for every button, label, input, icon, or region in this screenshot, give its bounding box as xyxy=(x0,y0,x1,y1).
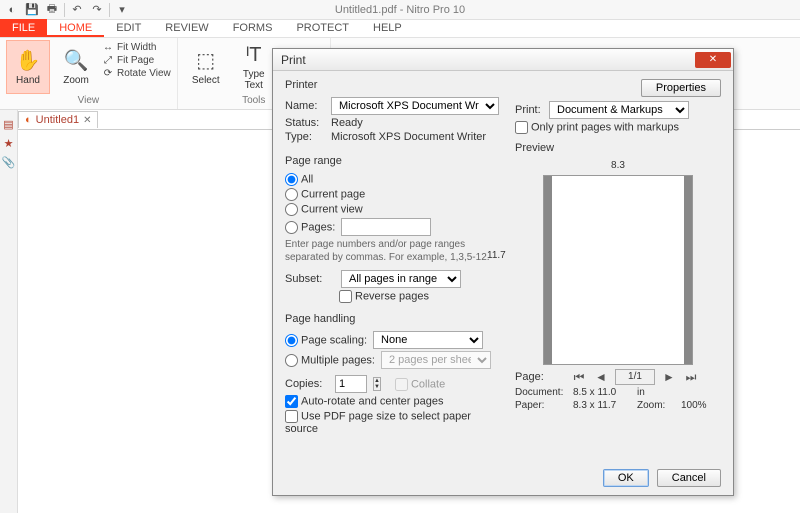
copies-spinner[interactable]: ▲▼ xyxy=(373,377,381,391)
attachments-panel-icon[interactable]: 📎 xyxy=(2,156,16,169)
paper-size-label: Paper: xyxy=(515,400,569,411)
radio-multiple[interactable]: Multiple pages: xyxy=(285,354,375,367)
printer-section-label: Printer xyxy=(285,79,499,91)
app-icon: ◐ xyxy=(4,2,20,18)
tab-forms[interactable]: FORMS xyxy=(221,19,285,37)
doc-tab-label: Untitled1 xyxy=(36,114,79,126)
rotate-icon: ⟳ xyxy=(102,68,114,79)
page-nav-label: Page: xyxy=(515,371,565,383)
printer-select[interactable]: Microsoft XPS Document Writer xyxy=(331,97,499,115)
preview-box xyxy=(543,175,693,365)
properties-button[interactable]: Properties xyxy=(641,79,721,97)
fit-width-icon: ↔ xyxy=(102,42,114,53)
fit-width-label: Fit Width xyxy=(117,42,156,53)
hand-label: Hand xyxy=(16,75,40,86)
zoom-value: 100% xyxy=(681,400,721,411)
pages-input[interactable] xyxy=(341,218,431,236)
radio-pages[interactable]: Pages: xyxy=(285,221,335,234)
select-label: Select xyxy=(192,75,220,86)
cancel-button[interactable]: Cancel xyxy=(657,469,721,487)
type-label: Type: xyxy=(285,131,325,143)
view-group-label: View xyxy=(78,95,100,107)
radio-scaling[interactable]: Page scaling: xyxy=(285,334,367,347)
print-what-label: Print: xyxy=(515,104,543,116)
tab-edit[interactable]: EDIT xyxy=(104,19,153,37)
close-tab-icon[interactable]: ✕ xyxy=(83,115,91,126)
preview-width: 8.3 xyxy=(515,160,721,171)
last-page-icon[interactable]: ⏭ xyxy=(683,370,699,385)
hand-icon: ✋ xyxy=(16,48,41,73)
rotate-view-label: Rotate View xyxy=(117,68,171,79)
status-value: Ready xyxy=(331,117,363,129)
fit-page-button[interactable]: ⤢Fit Page xyxy=(102,55,171,66)
page-indicator[interactable]: 1/1 xyxy=(615,369,655,385)
hand-tool-button[interactable]: ✋ Hand xyxy=(6,40,50,94)
multiple-select: 2 pages per sheet xyxy=(381,351,491,369)
redo-icon[interactable]: ↷ xyxy=(89,2,105,18)
zoom-icon: 🔍 xyxy=(64,48,89,73)
radio-current-view[interactable]: Current view xyxy=(285,203,363,216)
status-label: Status: xyxy=(285,117,325,129)
tab-review[interactable]: REVIEW xyxy=(153,19,220,37)
doc-icon: ◐ xyxy=(25,114,32,126)
copies-input[interactable] xyxy=(335,375,367,393)
rotate-view-button[interactable]: ⟳Rotate View xyxy=(102,68,171,79)
reverse-checkbox[interactable]: Reverse pages xyxy=(339,290,429,303)
preview-label: Preview xyxy=(515,142,721,154)
only-markups-checkbox[interactable]: Only print pages with markups xyxy=(515,121,679,134)
handling-section-label: Page handling xyxy=(285,313,499,325)
document-size-unit: in xyxy=(637,387,677,398)
save-icon[interactable]: 💾 xyxy=(24,2,40,18)
tab-help[interactable]: HELP xyxy=(361,19,414,37)
zoom-label: Zoom xyxy=(63,75,89,86)
subset-select[interactable]: All pages in range xyxy=(341,270,461,288)
separator xyxy=(64,3,65,17)
type-value: Microsoft XPS Document Writer xyxy=(331,131,486,143)
next-page-icon[interactable]: ► xyxy=(661,370,677,384)
tab-home[interactable]: HOME xyxy=(47,19,104,37)
tab-protect[interactable]: PROTECT xyxy=(284,19,361,37)
pages-panel-icon[interactable]: ▤ xyxy=(3,118,13,131)
select-button[interactable]: ⬚ Select xyxy=(184,40,228,94)
fit-width-button[interactable]: ↔Fit Width xyxy=(102,42,171,53)
undo-icon[interactable]: ↶ xyxy=(69,2,85,18)
prev-page-icon[interactable]: ◄ xyxy=(593,370,609,384)
collate-checkbox: Collate xyxy=(395,378,445,391)
type-text-icon: ᴵT xyxy=(246,44,262,67)
print-dialog: Print ✕ Printer Name: Microsoft XPS Docu… xyxy=(272,48,734,496)
zoom-button[interactable]: 🔍 Zoom xyxy=(54,40,98,94)
type-text-label: Type Text xyxy=(243,69,265,91)
document-size-value: 8.5 x 11.0 xyxy=(573,387,633,398)
document-tab[interactable]: ◐ Untitled1 ✕ xyxy=(18,111,98,128)
close-icon[interactable]: ✕ xyxy=(695,52,731,68)
autorotate-checkbox[interactable]: Auto-rotate and center pages xyxy=(285,395,443,408)
radio-current-page[interactable]: Current page xyxy=(285,188,365,201)
scaling-select[interactable]: None xyxy=(373,331,483,349)
paper-size-value: 8.3 x 11.7 xyxy=(573,400,633,411)
fit-page-icon: ⤢ xyxy=(102,55,114,66)
range-hint: Enter page numbers and/or page ranges se… xyxy=(285,238,499,264)
separator xyxy=(109,3,110,17)
tools-group-label: Tools xyxy=(242,95,265,107)
zoom-label: Zoom: xyxy=(637,400,677,411)
preview-height: 11.7 xyxy=(487,250,506,261)
subset-label: Subset: xyxy=(285,273,335,285)
first-page-icon[interactable]: ⏮ xyxy=(571,370,587,385)
range-section-label: Page range xyxy=(285,155,499,167)
fit-page-label: Fit Page xyxy=(117,55,154,66)
copies-label: Copies: xyxy=(285,378,329,390)
type-text-button[interactable]: ᴵT Type Text xyxy=(232,40,276,94)
print-icon[interactable]: 🖶 xyxy=(44,2,60,18)
print-what-select[interactable]: Document & Markups xyxy=(549,101,689,119)
dialog-title: Print xyxy=(281,53,306,67)
select-icon: ⬚ xyxy=(196,48,215,73)
radio-all[interactable]: All xyxy=(285,173,313,186)
name-label: Name: xyxy=(285,100,325,112)
bookmarks-panel-icon[interactable]: ★ xyxy=(4,137,14,150)
ok-button[interactable]: OK xyxy=(603,469,649,487)
document-size-label: Document: xyxy=(515,387,569,398)
qat-more-icon[interactable]: ▾ xyxy=(114,2,130,18)
tab-file[interactable]: FILE xyxy=(0,19,47,37)
use-pdf-size-checkbox[interactable]: Use PDF page size to select paper source xyxy=(285,410,499,435)
